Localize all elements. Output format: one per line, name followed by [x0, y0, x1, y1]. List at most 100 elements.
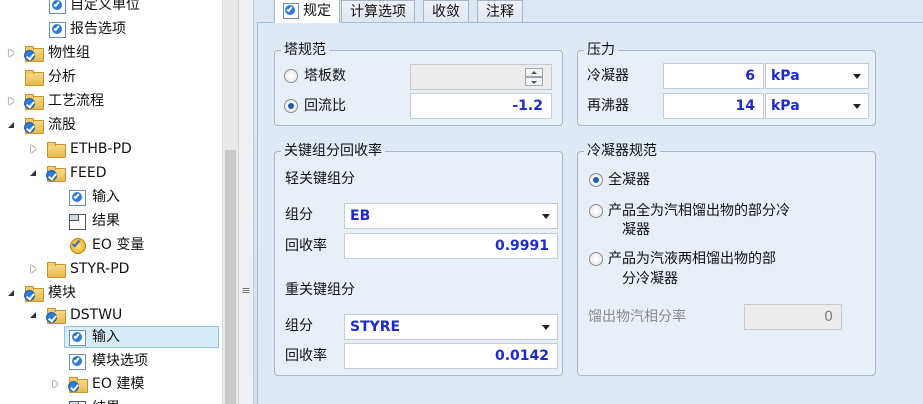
tree-item-label: 流股: [48, 117, 76, 133]
tree-item-dstwu-results[interactable]: 结果: [0, 396, 222, 404]
tab-label: 计算选项: [350, 4, 406, 20]
tree-item-report-options[interactable]: 报告选项: [0, 17, 222, 41]
folder-check-icon: [68, 376, 88, 393]
splitter-grip-icon[interactable]: ≡: [241, 285, 251, 296]
tree-item-analysis[interactable]: 分析: [0, 65, 222, 89]
collapse-arrow-icon[interactable]: [26, 308, 38, 320]
tree-item-dstwu-block-options[interactable]: 模块选项: [0, 349, 222, 373]
tab-label: 收敛: [432, 4, 460, 20]
expand-arrow-icon[interactable]: [49, 378, 61, 390]
collapse-arrow-icon[interactable]: [26, 166, 38, 178]
tree-item-dstwu[interactable]: DSTWU: [0, 303, 222, 327]
folder-check-icon: [24, 45, 44, 62]
tree-item-feed-input[interactable]: 输入: [0, 185, 222, 209]
tree-item-label: EO 建模: [92, 376, 145, 392]
reboiler-pressure-unit-select[interactable]: kPa: [765, 93, 869, 119]
reflux-ratio-input[interactable]: -1.2: [410, 93, 552, 119]
spin-up-icon[interactable]: [525, 68, 543, 77]
condenser-pressure-input[interactable]: 6: [663, 63, 764, 89]
results-icon: [68, 213, 86, 230]
tree-item-streams[interactable]: 流股: [0, 113, 222, 137]
spin-down-icon[interactable]: [525, 77, 543, 86]
heavy-recovery-input[interactable]: 0.0142: [344, 343, 558, 369]
light-component-select[interactable]: EB: [344, 203, 558, 229]
reflux-ratio-radio[interactable]: [284, 99, 298, 113]
select-value: kPa: [771, 68, 800, 84]
tree-item-feed-results[interactable]: 结果: [0, 209, 222, 233]
reboiler-pressure-label: 再沸器: [587, 98, 629, 114]
tab-comments[interactable]: 注释: [477, 0, 523, 23]
light-recovery-input[interactable]: 0.9991: [344, 233, 558, 259]
tree-item-flowsheeting[interactable]: 工艺流程: [0, 89, 222, 113]
tree-item-styr-pd[interactable]: STYR-PD: [0, 257, 222, 281]
chevron-down-icon: [542, 214, 550, 219]
condenser-pressure-label: 冷凝器: [587, 68, 629, 84]
selection-highlight: [64, 326, 219, 348]
expand-arrow-icon[interactable]: [5, 95, 17, 107]
tree-item-label: 分析: [48, 69, 76, 85]
scrollbar-thumb[interactable]: [225, 150, 236, 404]
tree-item-property-sets[interactable]: 物性组: [0, 41, 222, 65]
doc-check-icon: [68, 329, 86, 346]
partial-vapor-liquid-radio[interactable]: [589, 252, 603, 266]
stages-spinner[interactable]: [525, 68, 543, 86]
expand-arrow-icon[interactable]: [27, 263, 39, 275]
folder-check-icon: [24, 117, 44, 134]
tree-item-feed[interactable]: FEED: [0, 161, 222, 185]
tree-item-label: 模块选项: [92, 353, 148, 369]
reboiler-pressure-input[interactable]: 14: [663, 93, 764, 119]
total-condenser-label: 全凝器: [608, 172, 650, 188]
tree-item-feed-eo-variables[interactable]: EO 变量: [0, 233, 222, 257]
tree-item-label: STYR-PD: [70, 261, 130, 277]
tab-label: 注释: [486, 4, 514, 20]
tree-item-label: 模块: [48, 285, 76, 301]
total-condenser-radio[interactable]: [589, 173, 603, 187]
tree-item-label: EO 变量: [92, 237, 145, 253]
eo-check-icon: [68, 237, 86, 254]
tree-item-ethb-pd[interactable]: ETHB-PD: [0, 137, 222, 161]
tab-calculation-options[interactable]: 计算选项: [341, 0, 415, 23]
tree-item-custom-units[interactable]: 自定义单位: [0, 0, 222, 17]
partial-vapor-label: 产品全为汽相馏出物的部分冷: [608, 203, 790, 219]
heavy-component-select[interactable]: STYRE: [344, 314, 558, 340]
doc-check-icon: [283, 3, 299, 19]
stages-label: 塔板数: [304, 68, 346, 84]
chevron-down-icon: [542, 325, 550, 330]
pane-splitter[interactable]: ≡: [238, 0, 254, 404]
folder-icon: [24, 69, 44, 86]
group-title: 塔规范: [281, 41, 329, 59]
column-spec-group: 塔规范 塔板数 回流比 -1.2: [274, 41, 563, 126]
navigation-tree: 自定义单位 报告选项 物性组 分析 工艺流程 流股 ETHB-PD FEED 输…: [0, 0, 238, 404]
tree-item-label: FEED: [70, 165, 107, 181]
doc-check-icon: [48, 21, 66, 38]
tree-item-blocks[interactable]: 模块: [0, 281, 222, 305]
pressure-group: 压力 冷凝器 6 kPa 再沸器 14 kPa: [577, 41, 876, 126]
partial-vapor-radio[interactable]: [589, 204, 603, 218]
distillate-vapor-fraction-input[interactable]: 0: [744, 304, 842, 330]
chevron-down-icon: [853, 104, 861, 109]
condenser-spec-group: 冷凝器规范 全凝器 产品全为汽相馏出物的部分冷 凝器 产品为汽液两相馏出物的部 …: [577, 142, 876, 376]
heavy-key-title: 重关键组分: [285, 282, 355, 298]
tree-item-label: 输入: [92, 329, 120, 345]
collapse-arrow-icon[interactable]: [4, 286, 16, 298]
stages-radio[interactable]: [284, 69, 298, 83]
folder-icon: [46, 141, 66, 158]
tree-item-dstwu-eo-modeling[interactable]: EO 建模: [0, 372, 222, 396]
tab-specifications[interactable]: 规定: [274, 0, 340, 23]
tree-item-label: 输入: [92, 189, 120, 205]
light-key-title: 轻关键组分: [285, 171, 355, 187]
expand-arrow-icon[interactable]: [5, 47, 17, 59]
expand-arrow-icon[interactable]: [27, 143, 39, 155]
condenser-pressure-unit-select[interactable]: kPa: [765, 63, 869, 89]
tree-item-label: 自定义单位: [70, 0, 140, 13]
tab-convergence[interactable]: 收敛: [423, 0, 469, 23]
doc-check-icon: [48, 0, 66, 14]
group-title: 冷凝器规范: [584, 142, 660, 160]
key-recovery-group: 关键组分回收率 轻关键组分 组分 EB 回收率 0.9991 重关键组分 组分 …: [274, 142, 563, 376]
tree-scrollbar[interactable]: [222, 0, 238, 404]
collapse-arrow-icon[interactable]: [4, 118, 16, 130]
heavy-component-label: 组分: [285, 318, 313, 334]
tree-item-label: 结果: [92, 213, 120, 229]
select-value: kPa: [771, 98, 800, 114]
tree-item-dstwu-input[interactable]: 输入: [0, 325, 222, 349]
